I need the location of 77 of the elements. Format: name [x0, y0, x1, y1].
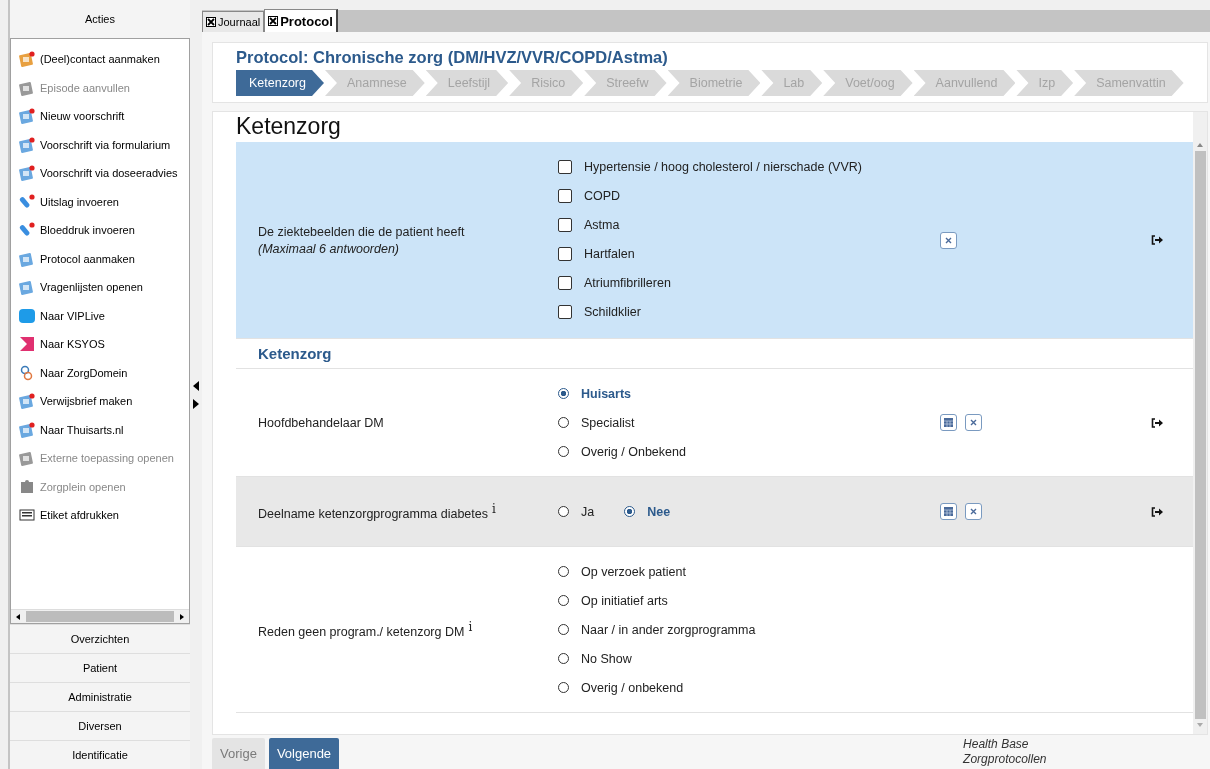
sign-out-icon[interactable]: [1151, 235, 1163, 245]
close-icon: [945, 236, 952, 244]
triangle-logo-icon: [19, 336, 35, 353]
radio-option[interactable]: Ja: [558, 497, 595, 526]
radio-option[interactable]: No Show: [558, 644, 940, 673]
checkbox-option[interactable]: Atriumfibrilleren: [558, 268, 940, 297]
square-logo-icon: [19, 307, 35, 324]
action-item[interactable]: Verwijsbrief maken: [11, 387, 189, 416]
calendar-button[interactable]: [940, 414, 957, 431]
vertical-scrollbar[interactable]: [1193, 112, 1207, 734]
sign-out-icon[interactable]: [1151, 506, 1163, 517]
horizontal-scrollbar[interactable]: [11, 609, 189, 623]
splitter-arrows-icon[interactable]: [193, 380, 199, 409]
checkbox-option[interactable]: Astma: [558, 210, 940, 239]
section-heading: Ketenzorg: [236, 339, 1193, 369]
checkbox-option[interactable]: Hartfalen: [558, 239, 940, 268]
test-tube-icon: [19, 193, 35, 210]
document-icon: [19, 51, 35, 68]
action-item[interactable]: Etiket afdrukken: [11, 501, 189, 530]
navigation-button[interactable]: Volgende: [268, 738, 340, 769]
clear-button[interactable]: [965, 414, 982, 431]
page-heading: Ketenzorg: [236, 112, 342, 141]
radio-option[interactable]: Specialist: [558, 408, 940, 437]
clear-button[interactable]: [965, 503, 982, 520]
action-item[interactable]: Naar Thuisarts.nl: [11, 415, 189, 444]
question-note: (Maximaal 6 antwoorden): [258, 241, 401, 256]
calendar-icon: [944, 418, 953, 427]
action-item[interactable]: Nieuw voorschrift: [11, 102, 189, 131]
action-item[interactable]: Naar KSYOS: [11, 330, 189, 359]
close-icon: [970, 508, 977, 515]
document-tab[interactable]: Journaal: [202, 11, 265, 32]
radio-option[interactable]: Naar / in ander zorgprogramma: [558, 615, 940, 644]
radio-option[interactable]: Overig / onbekend: [558, 673, 940, 702]
document-icon: [19, 450, 35, 467]
action-item[interactable]: Voorschrift via doseeradvies: [11, 159, 189, 188]
document-icon: [19, 250, 35, 267]
action-item[interactable]: Protocol aanmaken: [11, 244, 189, 273]
action-item[interactable]: Bloeddruk invoeren: [11, 216, 189, 245]
document-icon: [19, 108, 35, 125]
step-tab[interactable]: Ketenzorg: [236, 70, 324, 96]
document-icon: [19, 79, 35, 96]
checkbox-option[interactable]: Schildklier: [558, 297, 940, 326]
close-icon[interactable]: [206, 17, 216, 27]
close-icon: [970, 419, 977, 426]
action-item[interactable]: Naar VIPLive: [11, 301, 189, 330]
action-item[interactable]: Uitslag invoeren: [11, 187, 189, 216]
question-label: Hoofdbehandelaar DM: [258, 415, 385, 430]
sign-out-icon[interactable]: [1151, 417, 1163, 428]
action-item[interactable]: (Deel)contact aanmaken: [11, 45, 189, 74]
document-icon: [19, 393, 35, 410]
protocol-title: Protocol: Chronische zorg (DM/HVZ/VVR/COPD/Astma): [236, 48, 669, 67]
action-item[interactable]: Voorschrift via formularium: [11, 130, 189, 159]
rings-icon: [19, 364, 35, 381]
calendar-button[interactable]: [940, 503, 957, 520]
test-tube-icon: [19, 222, 35, 239]
action-item[interactable]: Vragenlijsten openen: [11, 273, 189, 302]
calendar-icon: [944, 507, 953, 516]
radio-option[interactable]: Nee: [624, 497, 671, 526]
document-tab[interactable]: Protocol: [264, 9, 338, 32]
document-icon: [19, 279, 35, 296]
radio-option[interactable]: Overig / Onbekend: [558, 437, 940, 466]
clear-button[interactable]: [940, 231, 957, 249]
credit-text: Health Base: [963, 737, 1030, 752]
action-item[interactable]: Naar ZorgDomein: [11, 358, 189, 387]
puzzle-icon: [19, 478, 35, 495]
credit-text: Zorgprotocollen: [963, 752, 1047, 767]
radio-option[interactable]: Op initiatief arts: [558, 586, 940, 615]
document-icon: [19, 136, 35, 153]
radio-option[interactable]: Op verzoek patient: [558, 557, 940, 586]
label-icon: [19, 507, 35, 524]
document-icon: [19, 165, 35, 182]
radio-option[interactable]: Huisarts: [558, 379, 940, 408]
checkbox-option[interactable]: Hypertensie / hoog cholesterol / nierschade (VVR): [558, 152, 940, 181]
close-icon[interactable]: [268, 16, 279, 26]
question-label: De ziektebeelden die de patient heeft: [258, 224, 466, 239]
checkbox-option[interactable]: COPD: [558, 181, 940, 210]
document-icon: [19, 421, 35, 438]
